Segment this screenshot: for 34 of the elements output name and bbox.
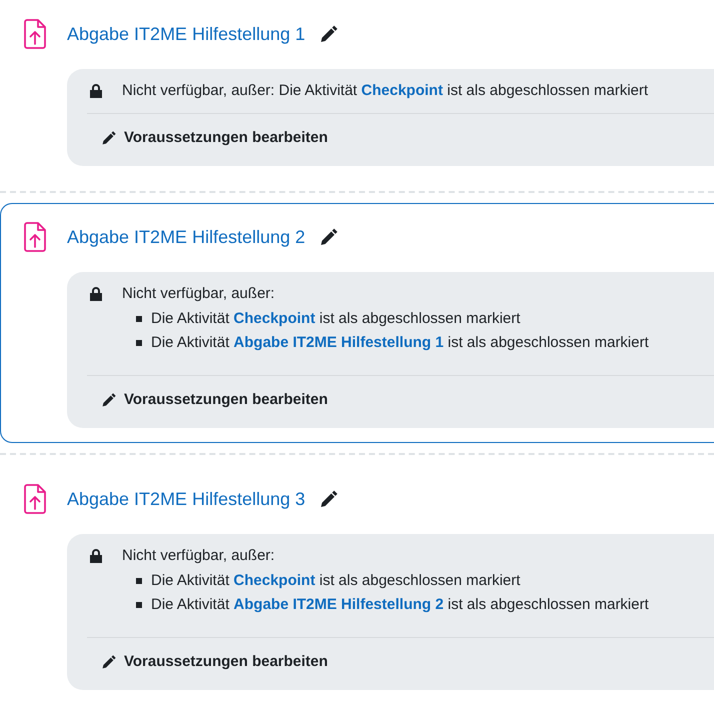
pencil-icon bbox=[101, 392, 117, 408]
bullet-icon bbox=[136, 316, 142, 322]
condition-text: Die Aktivität Abgabe IT2ME Hilfestellung 2 ist als abgeschlossen markiert bbox=[151, 595, 649, 615]
edit-icon[interactable] bbox=[319, 24, 340, 44]
edit-restrictions-button[interactable]: Voraussetzungen bearbeiten bbox=[89, 129, 328, 146]
bullet-icon bbox=[136, 602, 142, 608]
file-upload-icon bbox=[23, 19, 47, 49]
activity-title-link[interactable]: Abgabe IT2ME Hilfestellung 1 bbox=[67, 24, 306, 44]
lock-icon bbox=[89, 548, 103, 564]
condition-text: Die Aktivität Checkpoint ist als abgeschlossen markiert bbox=[151, 571, 520, 591]
bullet-icon bbox=[136, 340, 142, 346]
condition-text: Die Aktivität Abgabe IT2ME Hilfestellung 1 ist als abgeschlossen markiert bbox=[151, 333, 649, 353]
activity-link[interactable]: Abgabe IT2ME Hilfestellung 1 bbox=[234, 334, 444, 351]
file-upload-icon bbox=[23, 222, 47, 252]
bullet-icon bbox=[136, 578, 142, 584]
file-upload-icon bbox=[23, 484, 47, 514]
condition-text: Nicht verfügbar, außer: Die Aktivität Checkpoint ist als abgeschlossen markiert bbox=[122, 82, 648, 99]
activity-title-link[interactable]: Abgabe IT2ME Hilfestellung 2 bbox=[67, 226, 306, 248]
restriction-text: Nicht verfügbar, außer: bbox=[122, 284, 276, 304]
pencil-icon bbox=[101, 130, 117, 146]
edit-icon[interactable] bbox=[319, 489, 340, 509]
edit-icon[interactable] bbox=[319, 227, 340, 247]
activity-link[interactable]: Abgabe IT2ME Hilfestellung 2 bbox=[234, 596, 444, 613]
activity-title-link[interactable]: Abgabe IT2ME Hilfestellung 3 bbox=[67, 488, 306, 510]
condition-text: Die Aktivität Checkpoint ist als abgeschlossen markiert bbox=[151, 309, 520, 329]
edit-restrictions-button[interactable]: Voraussetzungen bearbeiten bbox=[89, 653, 328, 670]
activity-link[interactable]: Checkpoint bbox=[234, 310, 316, 327]
pencil-icon bbox=[101, 654, 117, 670]
lock-icon bbox=[89, 286, 103, 302]
edit-restrictions-button[interactable]: Voraussetzungen bearbeiten bbox=[89, 391, 328, 408]
activity-link[interactable]: Checkpoint bbox=[361, 82, 443, 99]
lock-icon bbox=[89, 83, 103, 99]
activity-link[interactable]: Checkpoint bbox=[234, 572, 316, 589]
restriction-text: Nicht verfügbar, außer: bbox=[122, 546, 276, 566]
